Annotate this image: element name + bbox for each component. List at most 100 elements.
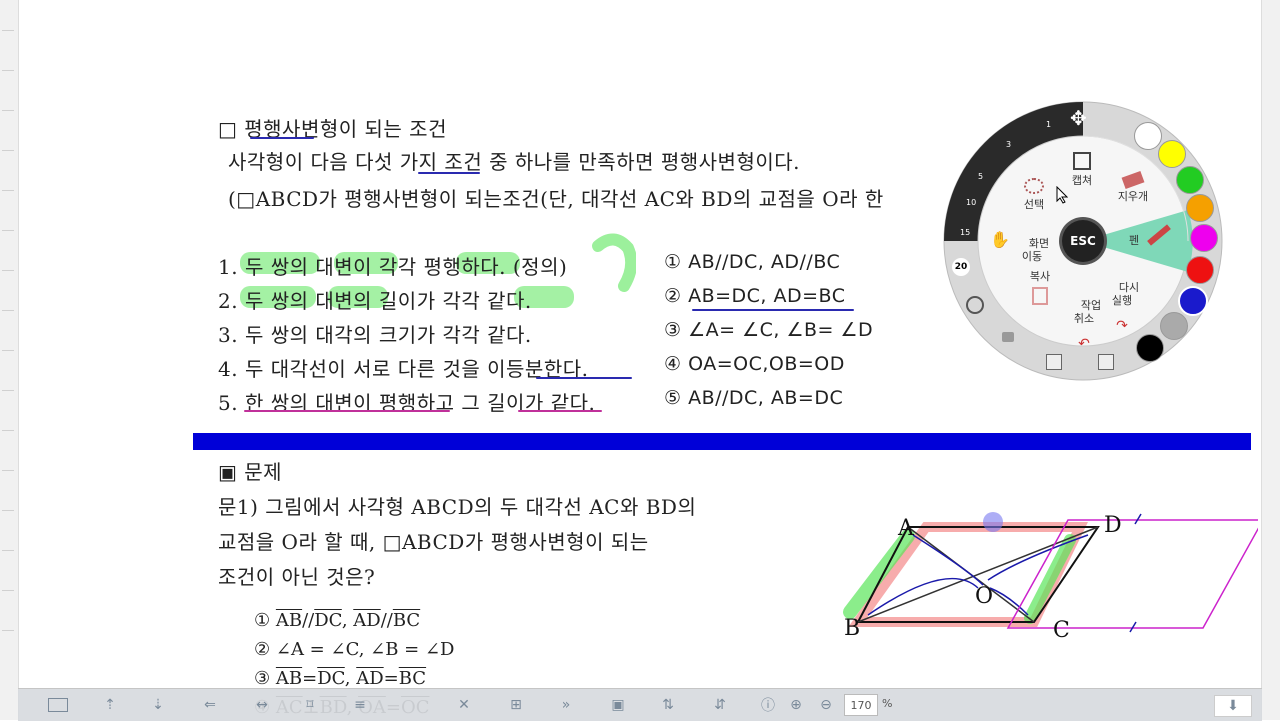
zoom-input[interactable]: 170 [844,694,878,716]
color-blue-selected[interactable] [1178,286,1208,316]
layout-icon[interactable]: ⊞ [504,695,528,715]
condition-4-symbol: ④ OA=OC,OB=OD [664,353,845,375]
sort-icon[interactable]: ⇅ [656,695,680,715]
fit-icon[interactable]: ▣ [606,695,630,715]
pen-size-5[interactable]: 5 [978,170,983,183]
radial-pen-menu[interactable]: ESC 캡쳐 지우개 선택 펜 화면 이동 복사 작업 취소 ↶ 다시 실행 ↷… [942,100,1224,382]
bottom-toolbar: ⇡ ⇣ ⇐ ↔ ⌑ ≡ ✕ ⊞ » ▣ ⇅ ⇵ ⓘ ⊕ ⊖ 170 % ⬇ [18,688,1262,721]
zoom-out-icon[interactable]: ⊖ [816,695,836,715]
condition-1: 1. 두 쌍의 대변이 각각 평행하다. (정의) [218,255,568,279]
condition-3-symbol: ③ ∠A= ∠C, ∠B= ∠D [664,319,874,341]
underline-intro [418,172,480,174]
esc-button[interactable]: ESC [1062,220,1104,262]
list-icon[interactable]: ≡ [348,695,372,715]
collapse-icon[interactable]: ⬇ [1214,695,1252,717]
page-down-icon[interactable]: ⇣ [146,695,170,715]
problem-heading: ▣ 문제 [218,460,283,484]
page-prev-icon[interactable] [1046,354,1062,370]
choice-3-a: AB [275,668,303,689]
choice-3-c: AD [356,668,384,689]
choice-2: ② ∠A = ∠C, ∠B = ∠D [254,639,455,660]
choice-3-sep2: , [344,668,357,689]
lasso-icon [1024,178,1044,194]
choice-1-c: AD [353,610,381,631]
copy-icon [1032,287,1048,305]
color-green[interactable] [1176,166,1204,194]
condition-5-symbol: ⑤ AB//DC, AB=DC [664,387,844,409]
nav-icon[interactable]: ↔ [250,695,274,715]
choice-3-d: BC [398,668,427,689]
back-icon[interactable]: ⇐ [198,695,222,715]
redo-icon: ↷ [1116,318,1128,334]
choice-1-sep3: // [380,610,393,631]
capture-label: 캡쳐 [1071,174,1093,187]
move-screen-label: 화면 이동 [1021,237,1050,263]
move-screen-button[interactable]: 화면 이동 [1002,224,1062,276]
pen-size-20[interactable]: 20 [952,258,970,276]
page-next-icon[interactable] [1098,354,1114,370]
zoom-in-icon[interactable]: ⊕ [786,695,806,715]
move-handle-icon[interactable]: ✥ [1070,106,1087,130]
color-orange[interactable] [1186,194,1214,222]
choice-1-b: DC [314,610,342,631]
problem-line-1: 문1) 그림에서 사각형 ABCD의 두 대각선 AC와 BD의 [218,495,697,519]
condition-1-symbol: ① AB//DC, AD//BC [664,251,841,273]
color-black[interactable] [1136,334,1164,362]
hand-icon: ✋ [990,230,1010,249]
color-yellow[interactable] [1158,140,1186,168]
choice-3: ③ AB=DC, AD=BC [254,668,426,689]
choice-3-b: DC [317,668,345,689]
search-icon[interactable] [966,296,984,314]
select-button[interactable]: 선택 [1012,178,1056,211]
color-gray[interactable] [1160,312,1188,340]
choice-1-sep1: // [302,610,315,631]
select-label: 선택 [1023,198,1045,211]
pen-size-10[interactable]: 10 [966,196,976,209]
condition-3: 3. 두 쌍의 대각의 크기가 각각 같다. [218,323,532,347]
intro-line-1: 사각형이 다음 다섯 가지 조건 중 하나를 만족하면 평행사변형이다. [228,150,801,174]
condition-4: 4. 두 대각선이 서로 다른 것을 이등분한다. [218,357,589,381]
sort-num-icon[interactable]: ⇵ [708,695,732,715]
pen-size-3[interactable]: 3 [1006,138,1011,151]
choice-2-text: ∠A = ∠C, ∠B = ∠D [275,639,455,660]
pen-button[interactable]: 펜 [1122,234,1146,247]
choice-1-sep2: , [341,610,354,631]
label-b: B [844,616,860,641]
section-divider [193,433,1251,450]
fullscreen-icon[interactable] [46,695,70,715]
tick-mark-1 [1134,513,1142,525]
mouse-cursor-icon [1056,186,1068,204]
right-gutter [1261,0,1280,720]
color-magenta[interactable] [1190,224,1218,252]
color-red[interactable] [1186,256,1214,284]
forward-icon[interactable]: » [554,695,578,715]
left-gutter [0,0,19,720]
pen-label: 펜 [1128,234,1140,247]
capture-button[interactable]: 캡쳐 [1060,152,1104,187]
choice-1-num: ① [254,610,271,631]
page-up-icon[interactable]: ⇡ [98,695,122,715]
label-c: C [1053,618,1070,643]
pen-size-15[interactable]: 15 [960,226,970,239]
choice-3-sep3: = [383,668,399,689]
condition-2-symbol: ② AB=DC, AD=BC [664,285,846,307]
eraser-icon [1121,170,1145,190]
copy-button[interactable]: 복사 [1018,270,1062,305]
pen-size-1[interactable]: 1 [1046,118,1051,131]
intro-line-2: (□ABCD가 평행사변형이 되는조건(단, 대각선 AC와 BD의 교점을 O… [228,187,884,211]
eraser-label: 지우개 [1117,190,1149,203]
undo-label: 작업 취소 [1073,299,1102,325]
label-a: A [897,516,915,541]
info-icon[interactable]: ⓘ [758,695,778,715]
color-white[interactable] [1134,122,1162,150]
bookmark-icon[interactable]: ⌑ [298,695,322,715]
choice-3-num: ③ [254,668,271,689]
eraser-button[interactable]: 지우개 [1108,170,1158,203]
lock-icon[interactable] [1002,332,1014,342]
underline-heading [250,137,314,139]
choice-1: ① AB//DC, AD//BC [254,610,420,631]
close-icon[interactable]: ✕ [452,695,476,715]
underline-condition-4 [536,377,632,379]
underline-symbol-2 [692,309,854,311]
zoom-unit: % [882,697,893,710]
